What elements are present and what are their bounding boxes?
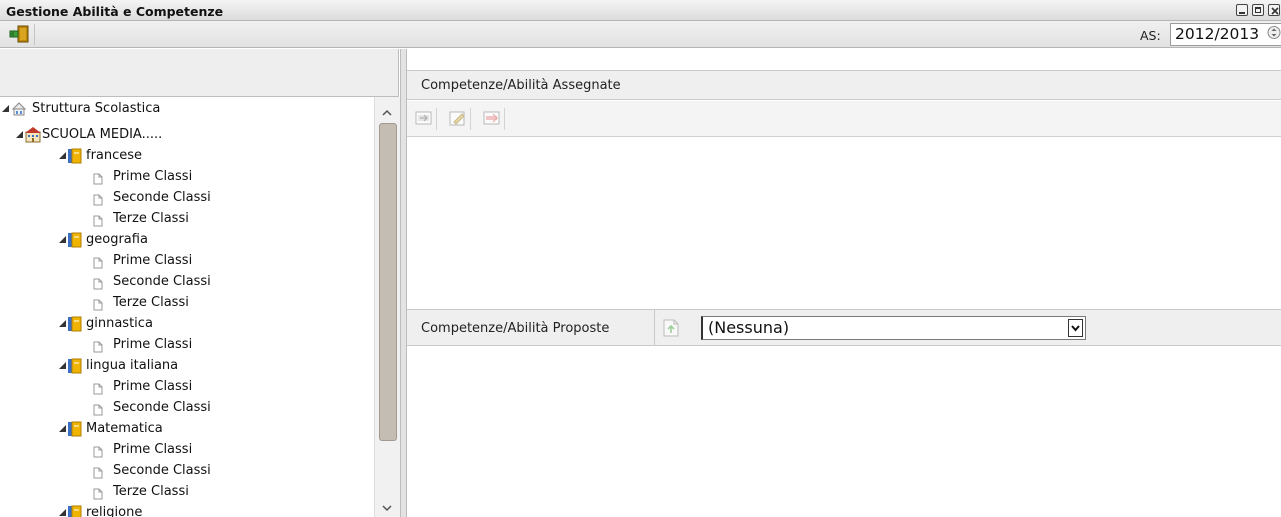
proposed-section-title: Competenze/Abilità Proposte xyxy=(421,321,610,336)
tree-node-class[interactable]: Seconde Classi xyxy=(0,460,370,481)
assigned-section-title: Competenze/Abilità Assegnate xyxy=(421,78,621,93)
subject-book-icon xyxy=(68,505,82,517)
edit-assigned-button[interactable] xyxy=(447,108,471,130)
edit-icon xyxy=(449,111,465,126)
remove-assigned-button[interactable] xyxy=(481,108,505,130)
import-icon xyxy=(663,319,679,337)
tree-node-subject[interactable]: francese xyxy=(0,145,370,166)
tree-node-subject[interactable]: religione xyxy=(0,502,370,517)
tree-node-class[interactable]: Terze Classi xyxy=(0,208,370,229)
add-icon xyxy=(415,111,432,125)
tree-node-subject[interactable]: ginnastica xyxy=(0,313,370,334)
chevron-down-icon[interactable] xyxy=(1068,319,1083,337)
window-title: Gestione Abilità e Competenze xyxy=(6,4,224,19)
add-assigned-button[interactable] xyxy=(413,108,437,130)
tree-panel-header xyxy=(0,49,399,97)
tree-node-class[interactable]: Seconde Classi xyxy=(0,397,370,418)
close-icon[interactable] xyxy=(1268,4,1280,16)
tree-node-class[interactable]: Seconde Classi xyxy=(0,187,370,208)
tree-scrollbar[interactable] xyxy=(374,97,400,517)
tree-node-class[interactable]: Prime Classi xyxy=(0,166,370,187)
scrollbar-thumb[interactable] xyxy=(379,123,397,441)
tree-node-class[interactable]: Prime Classi xyxy=(0,250,370,271)
school-year-field[interactable]: 2012/2013 xyxy=(1170,23,1281,46)
exit-door-icon xyxy=(9,25,29,43)
main-toolbar: AS: 2012/2013 xyxy=(0,21,1281,48)
assigned-section-header: Competenze/Abilità Assegnate xyxy=(407,70,1281,100)
assigned-list xyxy=(407,137,1281,309)
tree-node-school[interactable]: SCUOLA MEDIA..... xyxy=(0,124,370,145)
tree-node-subject[interactable]: geografia xyxy=(0,229,370,250)
window-titlebar: Gestione Abilità e Competenze xyxy=(0,0,1281,21)
school-year-label: AS: xyxy=(1140,28,1161,43)
scroll-up-icon[interactable] xyxy=(381,106,393,121)
proposed-filter-select[interactable]: (Nessuna) xyxy=(701,316,1086,340)
tree-node-class[interactable]: Prime Classi xyxy=(0,439,370,460)
minimize-icon[interactable] xyxy=(1236,4,1248,16)
school-year-spinner-icon[interactable] xyxy=(1267,23,1281,42)
tree-node-subject[interactable]: lingua italiana xyxy=(0,355,370,376)
tree-node-subject[interactable]: Matematica xyxy=(0,418,370,439)
import-proposed-button[interactable] xyxy=(661,318,685,339)
proposed-separator xyxy=(654,310,655,346)
tree-node-class[interactable]: Seconde Classi xyxy=(0,271,370,292)
tree-node-class[interactable]: Terze Classi xyxy=(0,292,370,313)
exit-button[interactable] xyxy=(6,24,35,45)
assigned-toolbar xyxy=(407,101,1281,137)
proposed-select-value: (Nessuna) xyxy=(708,318,790,337)
scroll-down-icon[interactable] xyxy=(381,501,393,516)
school-structure-icon xyxy=(11,101,27,124)
proposed-list xyxy=(407,346,1281,517)
school-structure-tree: Struttura Scolastica SCUOLA MEDIA..... f… xyxy=(0,97,374,517)
tree-node-class[interactable]: Prime Classi xyxy=(0,376,370,397)
maximize-icon[interactable] xyxy=(1252,4,1264,16)
tree-node-class[interactable]: Prime Classi xyxy=(0,334,370,355)
remove-icon xyxy=(483,111,500,125)
panel-splitter[interactable] xyxy=(400,49,407,517)
tree-node-root[interactable]: Struttura Scolastica xyxy=(0,98,370,119)
proposed-section-header: Competenze/Abilità Proposte (Nessuna) xyxy=(407,309,1281,346)
tree-node-class[interactable]: Terze Classi xyxy=(0,481,370,502)
